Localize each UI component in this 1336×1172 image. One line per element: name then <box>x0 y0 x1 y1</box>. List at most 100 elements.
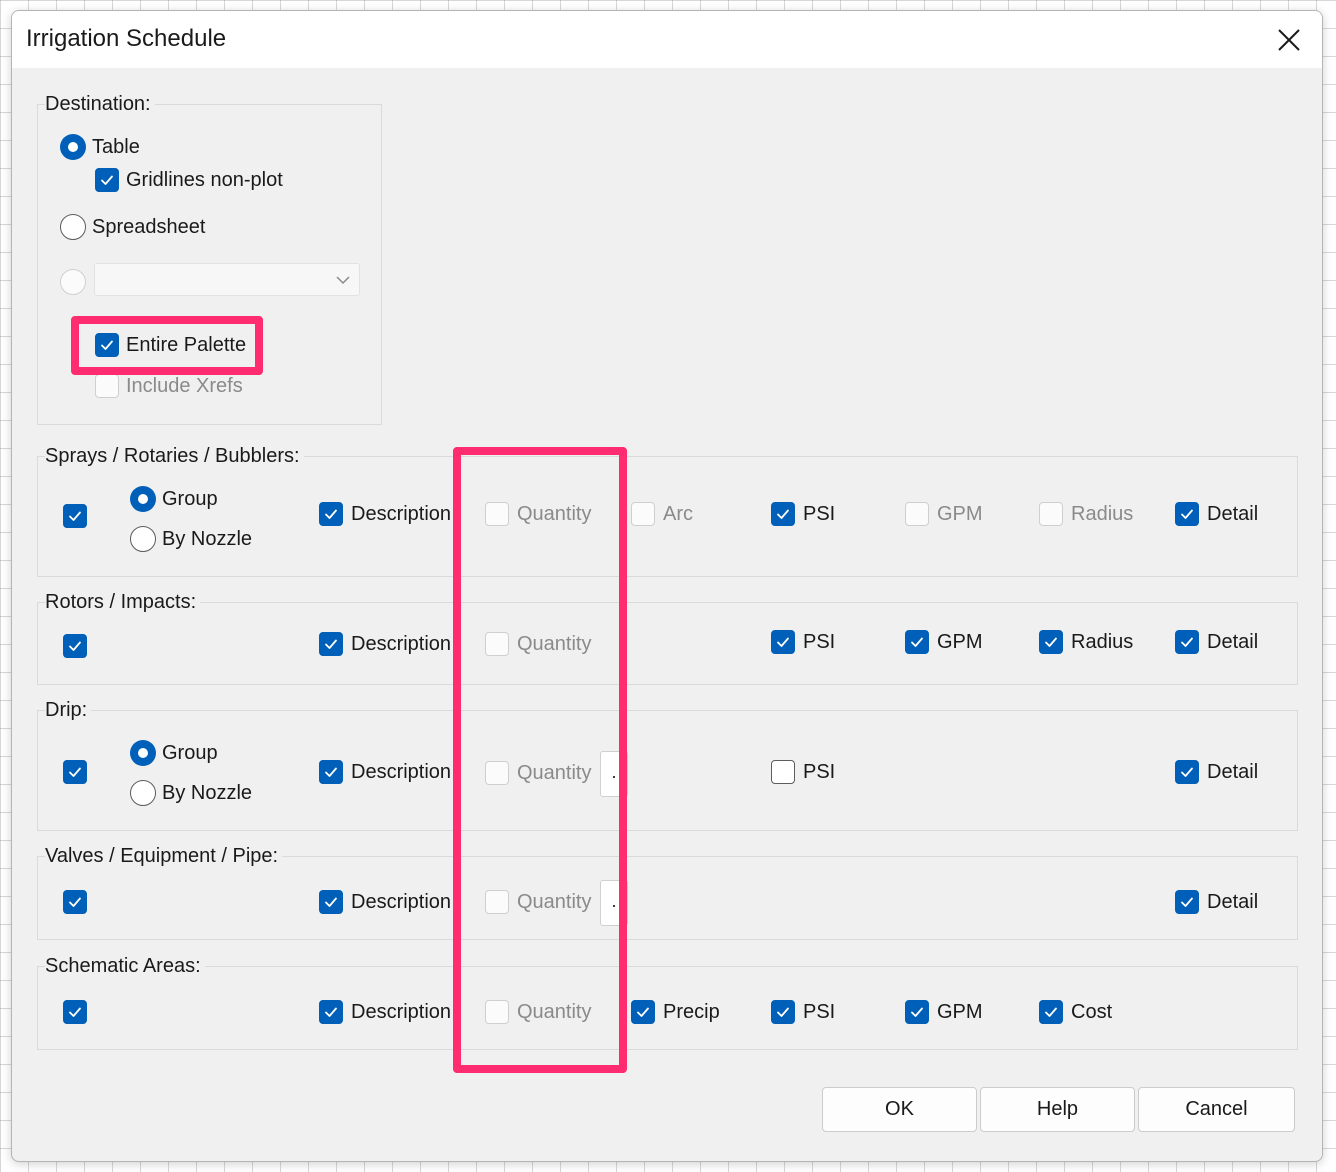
rotors-detail-checkbox[interactable]: Detail <box>1175 630 1258 654</box>
schematic-enable-checkbox[interactable] <box>63 1000 87 1024</box>
checkbox-indicator <box>631 1000 655 1024</box>
close-button[interactable] <box>1266 21 1312 59</box>
check-icon <box>777 1007 789 1017</box>
destination-combo[interactable] <box>94 263 360 296</box>
drip-quantity-checkbox[interactable]: Quantity <box>485 761 591 785</box>
include-xrefs-checkbox[interactable]: Include Xrefs <box>95 374 243 398</box>
rotors-label: Rotors / Impacts: <box>45 591 201 614</box>
rotors-detail-label: Detail <box>1207 630 1259 653</box>
checkbox-indicator <box>1175 630 1199 654</box>
checkbox-indicator <box>905 502 929 526</box>
check-icon <box>325 639 337 649</box>
checkbox-indicator <box>63 1000 87 1024</box>
schematic-quantity-label: Quantity <box>517 1000 592 1023</box>
rotors-radius-checkbox[interactable]: Radius <box>1039 630 1133 654</box>
schematic-cost-label: Cost <box>1071 1000 1113 1023</box>
check-icon <box>1181 637 1193 647</box>
drip-group-radio[interactable]: Group <box>130 740 218 766</box>
valves-description-checkbox[interactable]: Description <box>319 890 451 914</box>
drip-more-button[interactable]: . <box>600 751 628 797</box>
radio-indicator <box>130 780 156 806</box>
title-bar: Irrigation Schedule <box>12 11 1322 68</box>
drip-psi-label: PSI <box>803 760 836 783</box>
checkbox-indicator <box>771 760 795 784</box>
valves-detail-label: Detail <box>1207 890 1259 913</box>
schematic-cost-checkbox[interactable]: Cost <box>1039 1000 1112 1024</box>
sprays-by-nozzle-radio[interactable]: By Nozzle <box>130 526 252 552</box>
sprays-gpm-checkbox[interactable]: GPM <box>905 502 983 526</box>
check-icon <box>69 767 81 777</box>
rotors-description-checkbox[interactable]: Description <box>319 632 451 656</box>
sprays-by-nozzle-label: By Nozzle <box>162 527 253 550</box>
rotors-gpm-checkbox[interactable]: GPM <box>905 630 983 654</box>
drip-psi-checkbox[interactable]: PSI <box>771 760 835 784</box>
check-icon <box>325 509 337 519</box>
custom-destination-radio[interactable] <box>60 269 86 295</box>
checkbox-indicator <box>63 634 87 658</box>
valves-more-button[interactable]: . <box>600 880 628 926</box>
sprays-description-checkbox[interactable]: Description <box>319 502 451 526</box>
checkbox-indicator <box>319 632 343 656</box>
schematic-description-checkbox[interactable]: Description <box>319 1000 451 1024</box>
schematic-quantity-checkbox[interactable]: Quantity <box>485 1000 591 1024</box>
schematic-psi-label: PSI <box>803 1000 836 1023</box>
valves-quantity-label: Quantity <box>517 890 592 913</box>
help-button[interactable]: Help <box>980 1087 1135 1132</box>
checkbox-indicator <box>1039 630 1063 654</box>
check-icon <box>101 340 113 350</box>
checkbox-indicator <box>1175 890 1199 914</box>
radio-indicator <box>130 526 156 552</box>
rotors-description-label: Description <box>351 632 452 655</box>
sprays-arc-checkbox[interactable]: Arc <box>631 502 693 526</box>
spreadsheet-label: Spreadsheet <box>92 215 206 238</box>
schematic-psi-checkbox[interactable]: PSI <box>771 1000 835 1024</box>
drip-group <box>37 710 1298 831</box>
sprays-arc-label: Arc <box>663 502 693 525</box>
checkbox-indicator <box>95 374 119 398</box>
drip-enable-checkbox[interactable] <box>63 760 87 784</box>
drip-description-checkbox[interactable]: Description <box>319 760 451 784</box>
drip-by-nozzle-label: By Nozzle <box>162 781 253 804</box>
table-radio[interactable]: Table <box>60 134 140 160</box>
valves-quantity-checkbox[interactable]: Quantity <box>485 890 591 914</box>
spreadsheet-radio[interactable]: Spreadsheet <box>60 214 205 240</box>
checkbox-indicator <box>485 761 509 785</box>
checkbox-indicator <box>319 502 343 526</box>
schematic-gpm-checkbox[interactable]: GPM <box>905 1000 983 1024</box>
sprays-group-radio[interactable]: Group <box>130 486 218 512</box>
sprays-gpm-label: GPM <box>937 502 983 525</box>
sprays-quantity-checkbox[interactable]: Quantity <box>485 502 591 526</box>
schematic-label: Schematic Areas: <box>45 955 205 978</box>
checkbox-indicator <box>1175 760 1199 784</box>
check-icon <box>1045 1007 1057 1017</box>
checkbox-indicator <box>771 630 795 654</box>
rotors-quantity-label: Quantity <box>517 632 592 655</box>
rotors-enable-checkbox[interactable] <box>63 634 87 658</box>
checkbox-indicator <box>63 504 87 528</box>
check-icon <box>911 637 923 647</box>
sprays-enable-checkbox[interactable] <box>63 504 87 528</box>
checkbox-indicator <box>485 632 509 656</box>
checkbox-indicator <box>485 1000 509 1024</box>
cancel-button[interactable]: Cancel <box>1138 1087 1295 1132</box>
rotors-quantity-checkbox[interactable]: Quantity <box>485 632 591 656</box>
gridlines-checkbox[interactable]: Gridlines non-plot <box>95 168 283 192</box>
close-icon <box>1278 29 1300 51</box>
valves-detail-checkbox[interactable]: Detail <box>1175 890 1258 914</box>
drip-by-nozzle-radio[interactable]: By Nozzle <box>130 780 252 806</box>
drip-detail-checkbox[interactable]: Detail <box>1175 760 1258 784</box>
check-icon <box>1181 767 1193 777</box>
checkbox-indicator <box>63 760 87 784</box>
entire-palette-checkbox[interactable]: Entire Palette <box>95 333 246 357</box>
sprays-detail-checkbox[interactable]: Detail <box>1175 502 1258 526</box>
valves-enable-checkbox[interactable] <box>63 890 87 914</box>
schematic-precip-checkbox[interactable]: Precip <box>631 1000 720 1024</box>
rotors-psi-checkbox[interactable]: PSI <box>771 630 835 654</box>
sprays-radius-label: Radius <box>1071 502 1134 525</box>
sprays-psi-checkbox[interactable]: PSI <box>771 502 835 526</box>
drip-description-label: Description <box>351 760 452 783</box>
ok-button[interactable]: OK <box>822 1087 977 1132</box>
entire-palette-label: Entire Palette <box>126 333 247 356</box>
schematic-description-label: Description <box>351 1000 452 1023</box>
sprays-radius-checkbox[interactable]: Radius <box>1039 502 1133 526</box>
